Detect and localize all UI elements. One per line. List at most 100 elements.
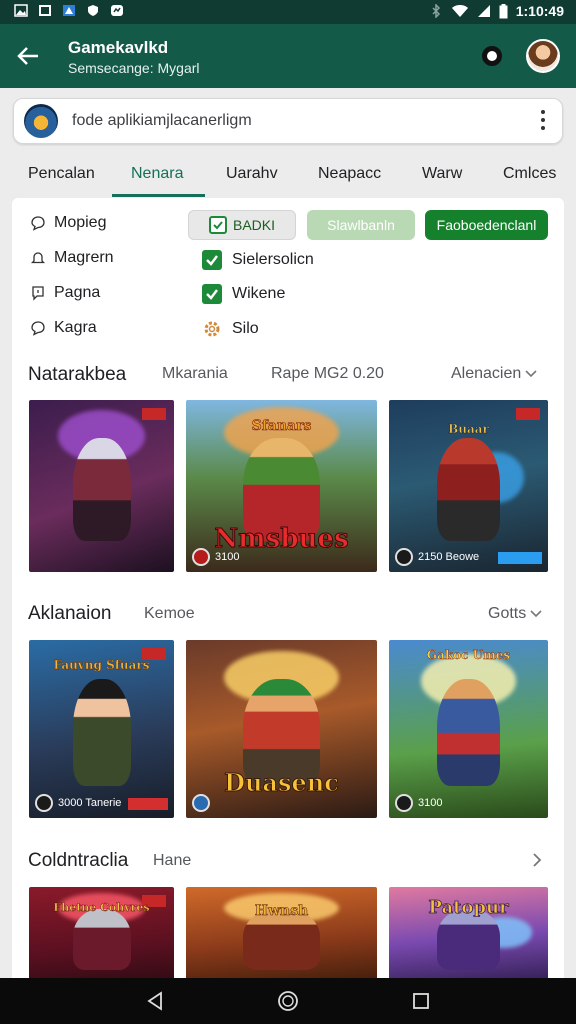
tab-uarahv[interactable]: Uarahv [226, 165, 278, 183]
record-icon[interactable] [482, 46, 502, 66]
filter-item[interactable]: Magrern [30, 249, 114, 267]
avatar[interactable] [526, 39, 560, 73]
chip-faoboedenclanl[interactable]: Faoboedenclanl [425, 210, 548, 240]
status-bar: 1:10:49 [0, 0, 576, 24]
home-circle-icon[interactable] [277, 990, 299, 1012]
section-dropdown[interactable]: Gotts [488, 605, 542, 623]
app-logo [24, 104, 58, 138]
checkbox-icon [208, 216, 227, 234]
tab-bar: Pencalan Nenara Uarahv Neapacc Warw Cmlc… [0, 150, 576, 197]
search-bar[interactable]: fode aplikiamjlacanerligm [13, 98, 563, 144]
card-meta [192, 794, 210, 812]
card-meta-text: 2150 Beowe [418, 551, 480, 563]
signal-icon [477, 5, 490, 17]
tab-warw[interactable]: Warw [422, 165, 462, 183]
chip-label: BADKI [232, 217, 275, 233]
badge [516, 408, 540, 420]
game-logo: Buaar [448, 422, 489, 437]
filter-label: Mopieg [54, 214, 107, 231]
section-title: Coldntraclia [28, 850, 129, 871]
section-meta: Mkarania [162, 365, 228, 382]
game-logo: Patopur [428, 897, 509, 919]
tab-neapacc[interactable]: Neapacc [318, 165, 381, 183]
game-logo: Hwnsh [254, 903, 309, 920]
character-art [72, 679, 131, 786]
rating-icon [192, 794, 210, 812]
chat-bubble-icon [31, 321, 45, 336]
chip-slawlbanln[interactable]: Slawlbanln [307, 210, 415, 240]
game-card[interactable]: Gakoc Umes 3100 [389, 640, 548, 818]
character-art [436, 679, 501, 786]
game-card[interactable] [29, 400, 174, 572]
back-triangle-icon[interactable] [144, 990, 166, 1012]
checkbox-label: Wikene [232, 285, 286, 302]
checkbox-checked-icon[interactable] [202, 250, 222, 270]
card-meta-text: 3100 [418, 797, 443, 809]
rating-icon [395, 794, 413, 812]
card-meta-text: 3000 Tanerie [58, 797, 122, 809]
filter-item[interactable]: Kagra [30, 319, 97, 337]
checkbox-row[interactable]: Sielersolicn [202, 250, 314, 270]
checkbox-row[interactable]: Wikene [202, 284, 285, 304]
recents-square-icon[interactable] [410, 990, 432, 1012]
section-meta: Rape MG2 0.20 [271, 365, 384, 382]
tab-pencalan[interactable]: Pencalan [28, 165, 95, 183]
card-meta-text: 3100 [215, 551, 240, 563]
section-meta: Hane [153, 852, 192, 869]
tag-badge [498, 552, 542, 564]
badge [142, 408, 166, 420]
tab-indicator [112, 194, 205, 197]
app-bar: Gamekavlkd Semsecange: Mygarl [0, 24, 576, 88]
card-meta: 3000 Tanerie [35, 794, 121, 812]
messenger-icon [111, 5, 123, 16]
search-input[interactable]: fode aplikiamjlacanerligm [72, 112, 252, 130]
app-subtitle: Semsecange: Mygarl [68, 60, 200, 76]
checkbox-row[interactable]: Silo [202, 319, 259, 339]
rating-icon [35, 794, 53, 812]
game-card[interactable]: Fauvng Sfuars 3000 Tanerie [29, 640, 174, 818]
image-icon [14, 4, 28, 17]
tab-nenara[interactable]: Nenara [131, 165, 183, 183]
game-card[interactable]: Duasenc [186, 640, 377, 818]
chat-bubble-icon [31, 216, 45, 231]
chevron-down-icon [525, 370, 537, 378]
card-meta: 3100 [395, 794, 442, 812]
more-vertical-icon[interactable] [540, 110, 546, 132]
checkbox-label: Sielersolicn [232, 251, 314, 268]
game-logo: Fauvng Sfuars [53, 658, 150, 672]
rating-icon [395, 548, 413, 566]
tag-badge [128, 798, 168, 810]
game-card[interactable]: Fhetne Cohvres [29, 887, 174, 988]
chevron-right-icon[interactable] [532, 853, 542, 867]
chip-badki[interactable]: BADKI [188, 210, 296, 240]
game-card[interactable]: Sfanars Nmsbues 3100 [186, 400, 377, 572]
character-art [436, 437, 501, 542]
section-meta: Kemoe [144, 605, 195, 622]
game-card[interactable]: Patopur [389, 887, 548, 988]
game-card[interactable]: Buaar 2150 Beowe [389, 400, 548, 572]
game-logo: Gakoc Umes [426, 648, 511, 662]
wifi-icon [451, 5, 468, 17]
filter-item[interactable]: Pagna [30, 284, 100, 302]
section-title: Natarakbea [28, 364, 127, 385]
game-logo: Fhetne Cohvres [53, 901, 150, 914]
clock: 1:10:49 [515, 3, 564, 19]
game-logo-top: Sfanars [251, 418, 312, 435]
dropdown-label: Gotts [488, 605, 527, 622]
checkbox-checked-icon[interactable] [202, 284, 222, 304]
filter-item[interactable]: Mopieg [30, 214, 106, 232]
game-logo: Duasenc [224, 768, 340, 798]
back-arrow-icon[interactable] [14, 42, 42, 70]
shield-icon [88, 5, 98, 16]
section-dropdown[interactable]: Alenacien [451, 365, 537, 383]
content-panel: Mopieg Magrern Pagna Kagra BADKI Slawlba… [12, 198, 564, 988]
game-card[interactable]: Hwnsh [186, 887, 377, 988]
character-art [436, 909, 501, 970]
bell-icon [30, 252, 46, 264]
character-art [72, 909, 131, 970]
battery-icon [499, 3, 508, 18]
tab-cmlces[interactable]: Cmlces [503, 165, 556, 183]
card-meta: 3100 [192, 548, 239, 566]
checkbox-label: Silo [232, 320, 259, 337]
character-art [72, 437, 131, 542]
